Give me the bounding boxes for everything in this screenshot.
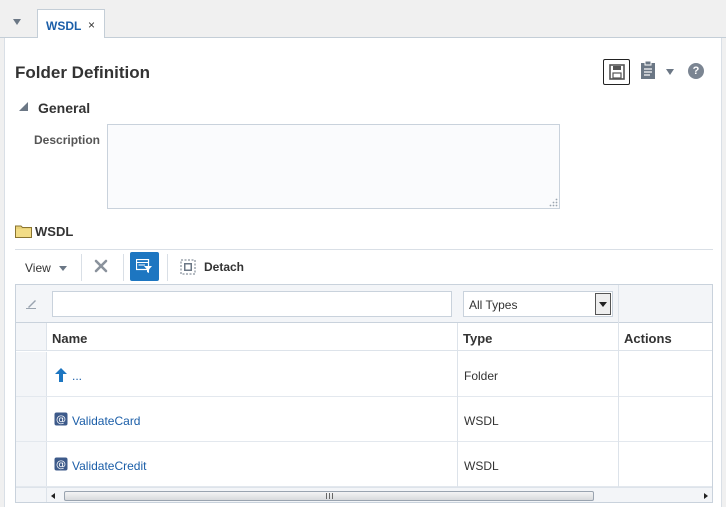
page-title: Folder Definition (15, 63, 151, 82)
row-selector[interactable] (16, 352, 47, 396)
table-toolbar: View Detach (15, 249, 713, 284)
wsdl-icon: @ (54, 412, 68, 426)
help-icon[interactable]: ? (688, 63, 704, 79)
type-filter-select[interactable]: All Types (463, 291, 613, 317)
row-type: WSDL (464, 459, 499, 473)
clear-filter-icon[interactable] (25, 297, 37, 309)
grip-icon (326, 493, 333, 499)
resize-grip-icon[interactable] (549, 198, 558, 207)
wsdl-table: All Types Name Type Actions ... Folder @ (15, 284, 713, 503)
scroll-right-icon[interactable] (704, 493, 708, 499)
up-folder-icon (55, 368, 67, 382)
horizontal-scrollbar[interactable] (47, 487, 712, 502)
scrollbar-thumb[interactable] (64, 491, 594, 501)
column-header-type[interactable]: Type (463, 331, 492, 346)
table-row[interactable]: ... Folder (16, 352, 712, 397)
tab-label[interactable]: WSDL (46, 19, 81, 33)
type-filter-value: All Types (469, 298, 518, 312)
tab-wsdl[interactable]: WSDL × (37, 9, 105, 39)
detach-icon[interactable] (180, 259, 196, 275)
toolbar-divider (167, 254, 168, 281)
table-row[interactable]: @ ValidateCard WSDL (16, 397, 712, 442)
row-type: WSDL (464, 414, 499, 428)
table-header: Name Type Actions (16, 323, 712, 351)
svg-text:@: @ (56, 415, 66, 426)
toolbar-divider (123, 254, 124, 281)
save-icon (609, 64, 625, 80)
folder-label: WSDL (35, 224, 74, 239)
collapse-triangle-icon[interactable] (19, 102, 28, 111)
row-header-corner (16, 323, 47, 350)
description-field[interactable] (107, 124, 560, 209)
chevron-down-icon[interactable] (595, 293, 611, 315)
clipboard-icon (641, 60, 655, 79)
column-divider (618, 285, 619, 487)
name-filter-input[interactable] (52, 291, 452, 317)
toolbar-divider (81, 254, 82, 281)
scroll-corner (16, 487, 47, 502)
column-divider (457, 323, 458, 487)
query-by-example-button[interactable] (130, 252, 159, 281)
wsdl-icon: @ (54, 457, 68, 471)
chevron-down-icon[interactable] (59, 266, 67, 271)
save-button[interactable] (603, 59, 630, 85)
description-label: Description (34, 133, 101, 147)
table-row[interactable]: @ ValidateCredit WSDL (16, 442, 712, 487)
row-selector[interactable] (16, 397, 47, 441)
column-header-actions[interactable]: Actions (624, 331, 672, 346)
row-name-link[interactable]: ValidateCredit (72, 459, 146, 473)
row-name-link[interactable]: ValidateCard (72, 414, 140, 428)
row-name-link[interactable]: ... (72, 369, 82, 383)
detach-button[interactable]: Detach (204, 260, 244, 274)
column-header-name[interactable]: Name (52, 331, 87, 346)
section-heading-general[interactable]: General (38, 100, 90, 116)
row-type: Folder (464, 369, 499, 383)
delete-icon[interactable] (94, 259, 108, 273)
main-panel: Folder Definition ? General Description (4, 38, 722, 507)
filter-icon (136, 259, 152, 273)
tab-menu-chevron-icon[interactable] (13, 19, 21, 25)
chevron-down-icon[interactable] (666, 69, 674, 75)
tab-bar: WSDL × (0, 0, 726, 39)
clipboard-button[interactable] (639, 60, 659, 82)
close-icon[interactable]: × (88, 18, 95, 32)
folder-icon (15, 225, 32, 238)
scroll-left-icon[interactable] (51, 493, 55, 499)
svg-text:@: @ (56, 460, 66, 471)
row-selector[interactable] (16, 442, 47, 486)
view-menu-button[interactable]: View (25, 261, 51, 275)
filter-row: All Types (16, 285, 712, 323)
